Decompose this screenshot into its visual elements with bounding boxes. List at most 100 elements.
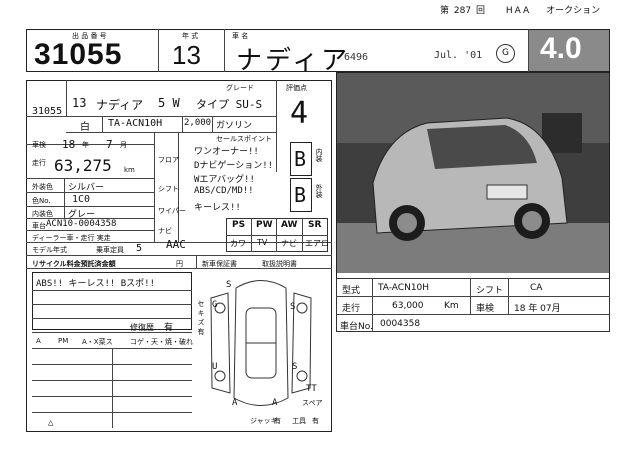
inspection-year: 18 [62,138,76,151]
date-note: Jul. '01 [434,50,483,61]
exterior-color-label: 外装色 [32,183,53,191]
sales-point-4: ABS/CD/MD!! [194,186,254,196]
equipment-notes: ABS!! キーレス!! Bスポ!! [36,279,156,289]
sales-point-5: キーレス!! [194,203,241,213]
rating-exterior: B [294,183,307,207]
damage-mark-6: A [232,398,238,408]
chassis-type: TA-ACN10H [108,118,163,129]
side-note: セ キ ズ 有 [197,300,205,335]
spec-inspection-label: 車検 [476,304,495,314]
rating-label-exterior: 外装 [315,184,323,198]
damage-mark-1: S [226,280,232,290]
equipment-ps: PS [232,220,246,230]
spare-tire-label: スペア [302,399,323,407]
spec-frame-label: 車台No. [340,322,373,332]
equipment-tv: TV [257,238,268,247]
tools-value: 有 [312,417,319,425]
color-short: 白 [80,122,90,133]
color-number: 1C0 [72,194,91,205]
sales-point-1: ワンオーナー!! [194,147,259,157]
frame-number: ACN10-0004358 [46,219,117,229]
grade-label: グレード [226,84,254,92]
sales-point-3: Wエアバッグ!! [194,175,255,185]
code-note: 6496 [344,52,369,63]
option-burn: コゲ・天・焼・破れ [130,338,193,346]
lot-number: 31055 [34,38,123,71]
vehicle-photo [337,73,609,273]
mileage-unit: km [124,166,135,174]
spec-model-label: 型式 [342,286,361,296]
displacement: 2,000 [184,118,212,128]
sales-point-2: Dナビゲーション!! [194,161,274,171]
sheet-number: 287 [453,6,472,16]
option-x: A・X菜ス [82,338,113,346]
score-hand: 4 [290,96,309,131]
jack-value: 有 [274,417,281,425]
model-small: ナディア [96,98,144,112]
photo-label-floor: フロア [158,156,179,164]
damage-mark-4: U [212,362,218,372]
footer-mark: △ [48,418,54,428]
equipment-pw: PW [256,220,273,230]
damage-diagram [210,280,312,406]
spec-inspection-value: 18 年 07月 [514,304,561,314]
capacity-label: 乗車定員 [96,246,124,254]
color-number-label: 色No. [32,197,51,205]
model-year-label: モデル年式 [32,246,67,254]
grade-stamp-icon: G [496,44,515,63]
equipment-leather: カワ [230,239,246,248]
rating-label-interior: 内装 [315,148,323,162]
interior-color-label: 内装色 [32,210,53,218]
damage-mark-8: TT [306,384,317,394]
diagram-wheel-rl [214,370,226,382]
lot-number-small: 31055 [32,106,63,117]
tools-label: 工具 [292,417,306,425]
spec-mileage-label: 走行 [342,304,361,314]
auction-label: オークション [546,6,601,16]
damage-mark-2: S [290,302,296,312]
equipment-aero: エアロ [305,239,329,248]
spec-mileage-value: 63,000 [392,301,424,311]
grade-score: 4.0 [540,32,582,65]
equipment-navi: ナビ [281,239,297,248]
model-year: 13 [172,40,201,70]
sheet-header: 第 287 回 HAA オークション [440,3,600,16]
sales-point-label: セールスポイント [216,135,272,143]
option-a: A [36,337,41,345]
damage-mark-7: A [272,398,278,408]
model-name: ナディア [236,45,351,75]
mileage: 63,275 [54,156,112,175]
sheet-number-prefix: 第 [440,6,450,16]
body-type: 5 W [158,96,180,110]
score-label: 評価点 [286,84,307,92]
spec-shift-value: CA [530,283,543,293]
mileage-label: 走行 [32,159,46,167]
photo-label-navi: ナビ [158,227,172,235]
inspection-label: 車検 [32,141,46,149]
damage-mark-5: S [292,362,298,372]
fuel: ガソリン [216,121,253,131]
spec-shift-label: シフト [476,286,504,296]
diagram-wheel-rr [296,370,308,382]
rating-interior: B [294,147,307,171]
diagram-wheel-fr [296,302,308,314]
spec-model-value: TA-ACN10H [378,283,430,293]
year-small: 13 [72,96,87,110]
exterior-color: シルバー [68,183,105,193]
capacity: 5 [136,243,143,254]
inspection-month-unit: 月 [120,141,127,149]
equipment-aw: AW [281,220,298,230]
spec-frame-value: 0004358 [380,319,421,329]
aac: AAC [166,238,186,251]
type-grade: タイプ SU-S [196,98,263,111]
damage-mark-3: G [212,300,218,310]
sheet-number-suffix: 回 [475,6,485,16]
inspection-month: 7 [106,138,113,151]
inspection-year-unit: 年 [82,141,89,149]
option-pm: PM [58,337,69,345]
photo-label-wiper: ワイパー [158,207,186,215]
auction-name: HAA [505,6,532,16]
photo-label-shift: シフト [158,185,179,193]
spec-mileage-unit: Km [444,301,459,311]
equipment-sr: SR [308,220,322,230]
